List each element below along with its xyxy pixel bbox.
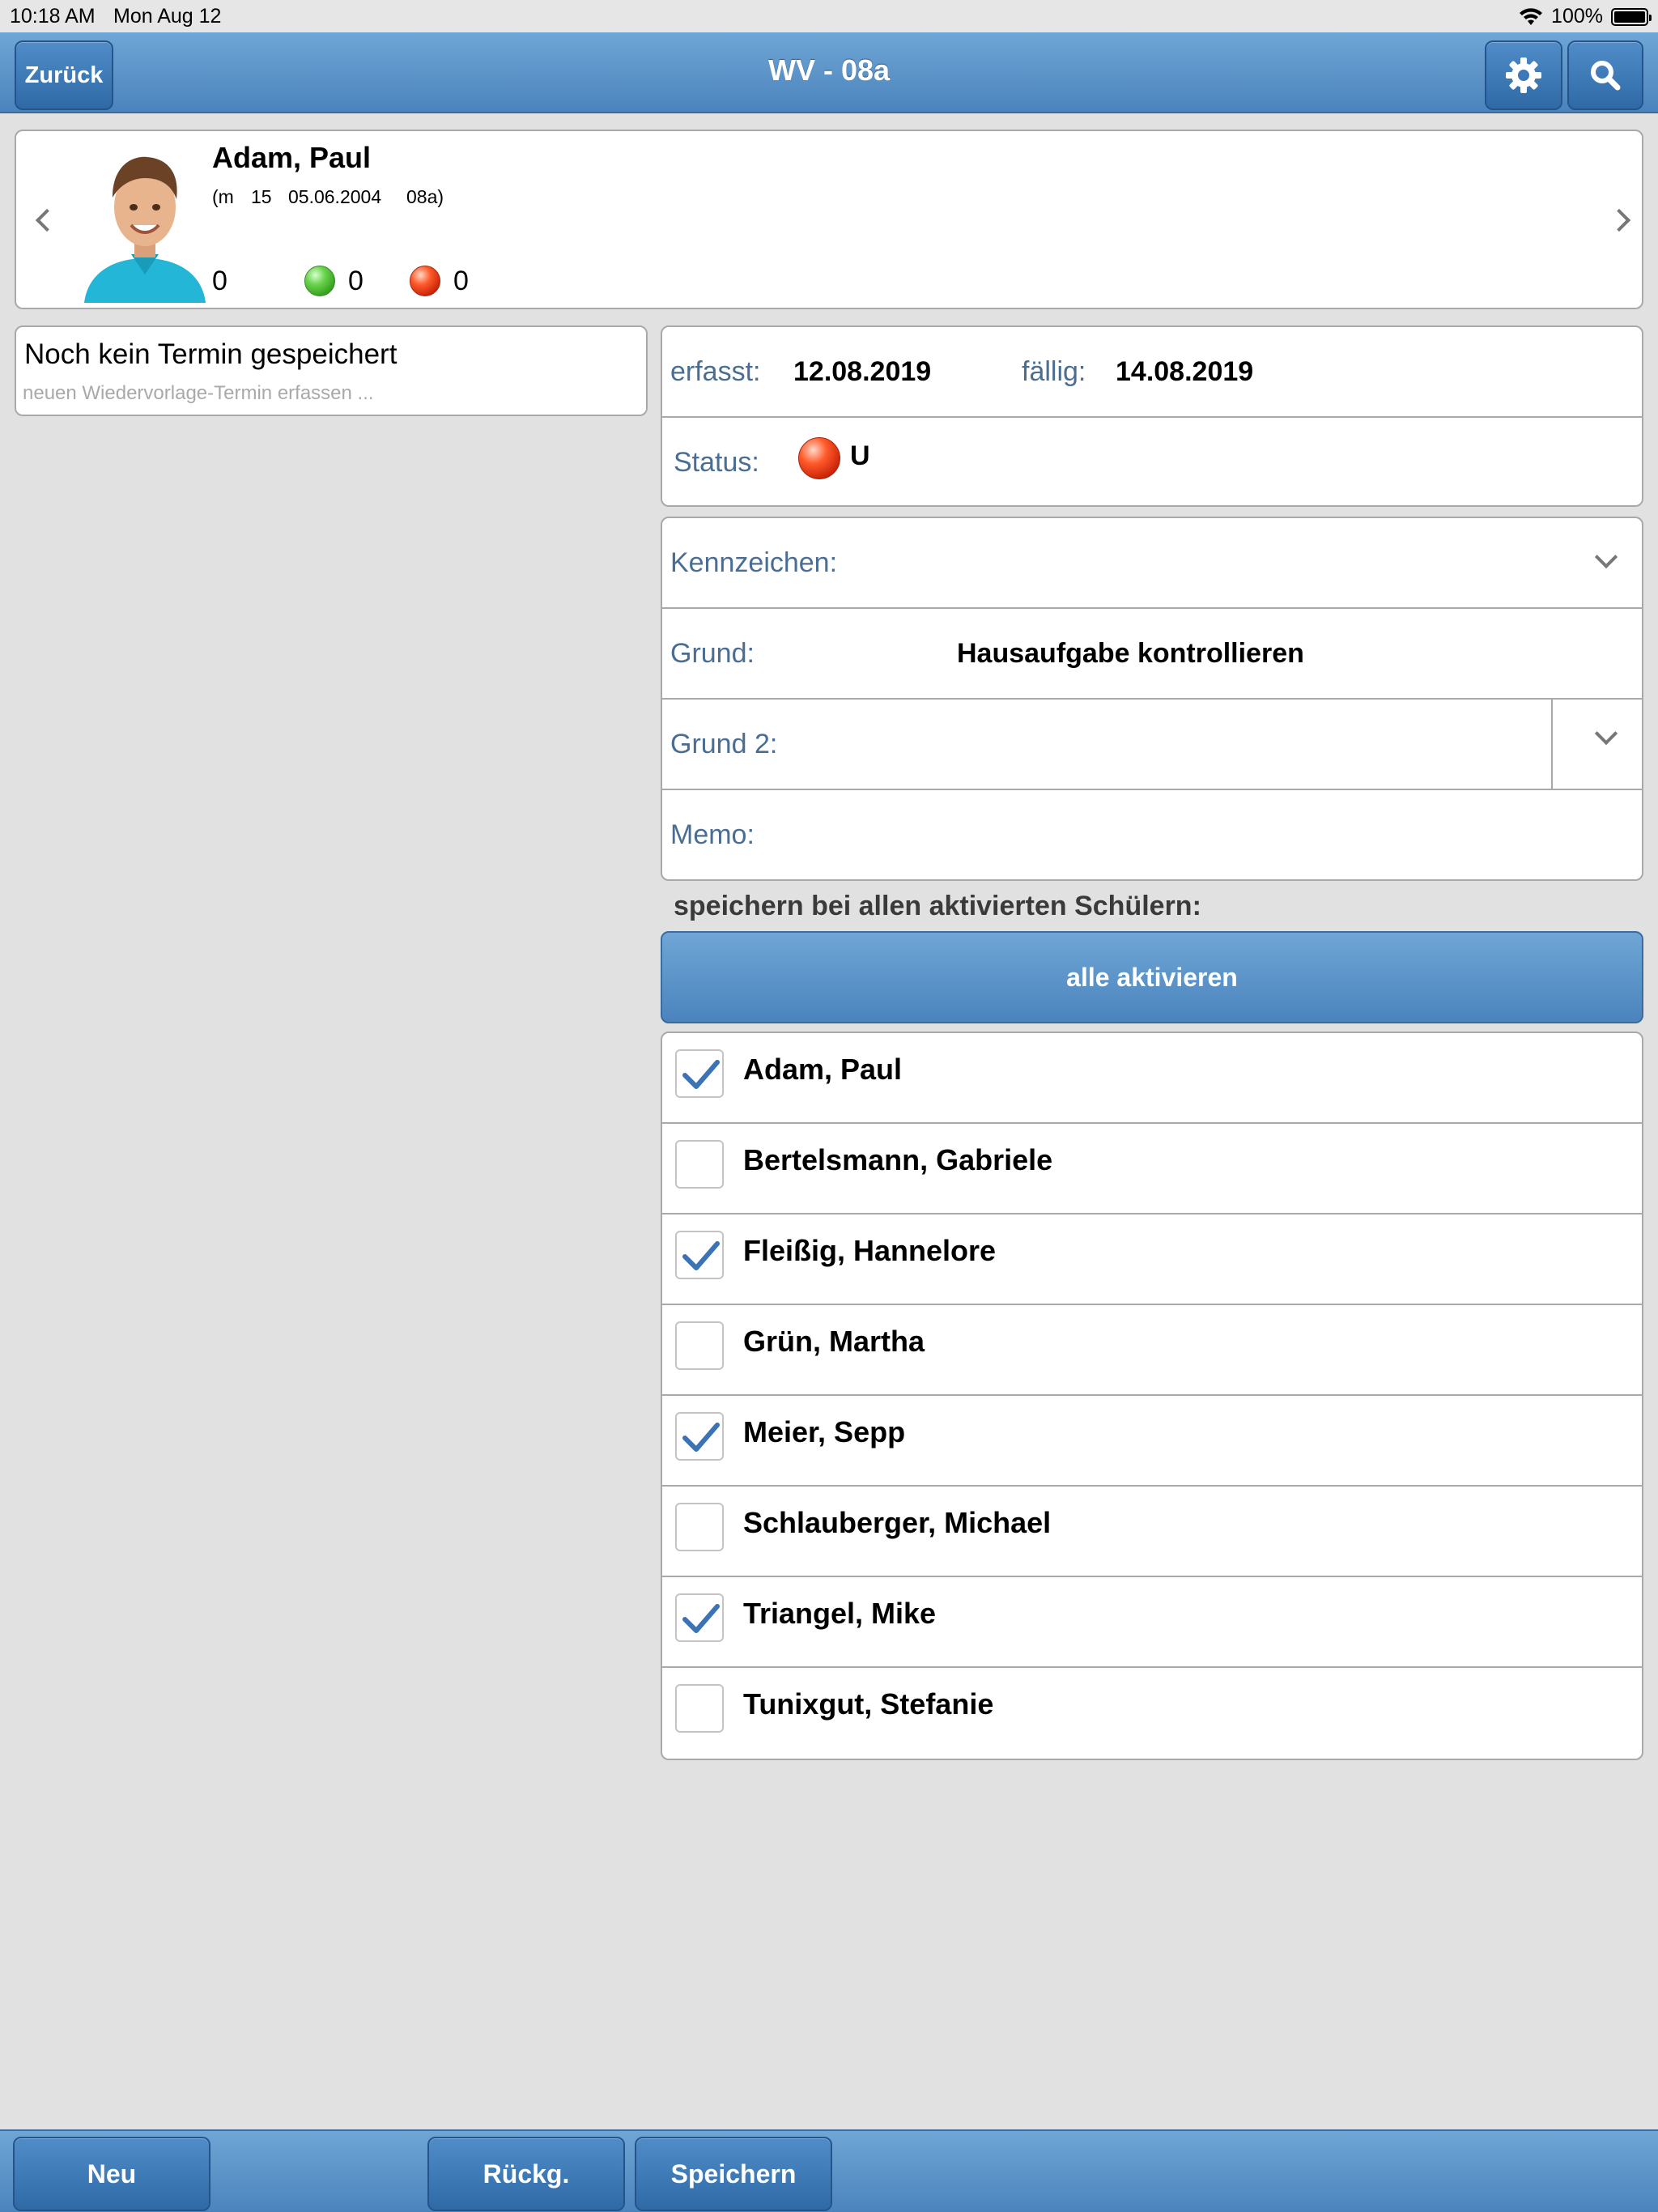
student-checkbox[interactable] — [675, 1140, 724, 1189]
settings-button[interactable] — [1485, 40, 1562, 110]
count-red: 0 — [453, 266, 469, 296]
status-value: U — [850, 440, 870, 471]
grund2-label: Grund 2: — [670, 729, 778, 759]
student-list-name: Meier, Sepp — [743, 1415, 906, 1448]
student-list-row[interactable]: Bertelsmann, Gabriele — [662, 1124, 1642, 1214]
student-name: Adam, Paul — [212, 141, 372, 174]
search-button[interactable] — [1567, 40, 1643, 110]
checkmark-icon — [682, 1423, 720, 1452]
chevron-left-icon[interactable] — [35, 208, 59, 232]
checkmark-icon — [682, 1060, 720, 1089]
student-list-name: Triangel, Mike — [743, 1597, 937, 1630]
memo-label: Memo: — [670, 819, 755, 850]
student-list-name: Bertelsmann, Gabriele — [743, 1143, 1053, 1176]
save-button[interactable]: Speichern — [635, 2137, 832, 2211]
search-icon — [1591, 61, 1621, 91]
student-checkbox[interactable] — [675, 1049, 724, 1098]
navigation-bar: Zurück WV - 08a — [0, 32, 1658, 113]
status-time: 10:18 AM — [10, 5, 96, 28]
battery-icon — [1611, 7, 1652, 26]
student-list-name: Grün, Martha — [743, 1325, 925, 1358]
bottom-toolbar: Neu Rückg. Speichern — [0, 2129, 1658, 2212]
student-checkbox[interactable] — [675, 1321, 724, 1370]
faellig-value[interactable]: 14.08.2019 — [1116, 356, 1253, 388]
appointment-title: Noch kein Termin gespeichert — [24, 338, 397, 370]
student-class: 08a) — [406, 186, 444, 207]
green-status-icon — [304, 266, 335, 296]
chevron-right-icon[interactable] — [1607, 208, 1631, 232]
battery-percent: 100% — [1551, 5, 1603, 28]
appointment-panel[interactable]: Noch kein Termin gespeichert neuen Wiede… — [15, 325, 648, 416]
status-date: Mon Aug 12 — [113, 5, 222, 28]
status-label: Status: — [674, 447, 759, 478]
page-title: WV - 08a — [767, 53, 891, 87]
student-age: 15 — [251, 186, 272, 207]
status-bar: 10:18 AM Mon Aug 12 100% — [0, 0, 1658, 32]
student-gender: (m — [212, 186, 234, 207]
student-list-name: Tunixgut, Stefanie — [743, 1687, 994, 1721]
erfasst-value[interactable]: 12.08.2019 — [793, 356, 931, 388]
kennzeichen-label: Kennzeichen: — [670, 547, 838, 578]
grund-value: Hausaufgabe kontrollieren — [957, 638, 1304, 669]
wifi-icon — [1520, 7, 1543, 25]
grund-label: Grund: — [670, 638, 755, 669]
student-list-name: Adam, Paul — [743, 1053, 903, 1086]
checkmark-icon — [682, 1604, 720, 1633]
count-plain: 0 — [212, 266, 227, 296]
grund-field[interactable]: Grund: Hausaufgabe kontrollieren — [662, 609, 1642, 698]
checkmark-icon — [682, 1241, 720, 1270]
appointment-hint: neuen Wiedervorlage-Termin erfassen ... — [23, 382, 374, 404]
student-photo — [68, 141, 222, 303]
student-list-row[interactable]: Fleißig, Hannelore — [662, 1214, 1642, 1305]
dates-panel: erfasst: 12.08.2019 fällig: 14.08.2019 S… — [661, 325, 1643, 507]
kennzeichen-select[interactable]: Kennzeichen: — [662, 518, 1642, 607]
student-checkbox[interactable] — [675, 1593, 724, 1642]
student-list-row[interactable]: Meier, Sepp — [662, 1396, 1642, 1487]
chevron-down-icon[interactable] — [1594, 721, 1618, 746]
status-red-icon[interactable] — [798, 437, 840, 479]
student-list-row[interactable]: Schlauberger, Michael — [662, 1487, 1642, 1577]
student-list-row[interactable]: Tunixgut, Stefanie — [662, 1668, 1642, 1759]
student-list-row[interactable]: Triangel, Mike — [662, 1577, 1642, 1668]
activate-all-button[interactable]: alle aktivieren — [661, 931, 1643, 1023]
status-right: 100% — [1519, 5, 1652, 28]
student-checkbox[interactable] — [675, 1684, 724, 1733]
undo-button[interactable]: Rückg. — [427, 2137, 625, 2211]
student-list-name: Schlauberger, Michael — [743, 1506, 1052, 1539]
student-list-name: Fleißig, Hannelore — [743, 1234, 997, 1267]
student-birthdate: 05.06.2004 — [288, 186, 382, 207]
chevron-down-icon — [1594, 545, 1618, 569]
student-list-row[interactable]: Grün, Martha — [662, 1305, 1642, 1396]
red-status-icon — [410, 266, 440, 296]
gear-icon — [1506, 57, 1541, 93]
student-card: Adam, Paul (m 15 05.06.2004 08a) 0 0 0 — [15, 130, 1643, 309]
memo-field[interactable]: Memo: — [662, 790, 1642, 879]
student-checkbox[interactable] — [675, 1503, 724, 1551]
student-checkbox[interactable] — [675, 1412, 724, 1461]
count-green: 0 — [348, 266, 363, 296]
erfasst-label: erfasst: — [670, 356, 761, 387]
student-list-row[interactable]: Adam, Paul — [662, 1033, 1642, 1124]
student-checkbox[interactable] — [675, 1231, 724, 1279]
faellig-label: fällig: — [1022, 356, 1086, 387]
new-button[interactable]: Neu — [13, 2137, 210, 2211]
student-checklist: Adam, Paul Bertelsmann, Gabriele Fleißig, … — [661, 1032, 1643, 1760]
reason-form-panel: Kennzeichen: Grund: Hausaufgabe kontroll… — [661, 517, 1643, 881]
student-details: (m 15 05.06.2004 08a) — [212, 186, 444, 208]
grund2-field[interactable]: Grund 2: — [662, 700, 1642, 789]
save-all-heading: speichern bei allen aktivierten Schülern… — [674, 891, 1201, 921]
